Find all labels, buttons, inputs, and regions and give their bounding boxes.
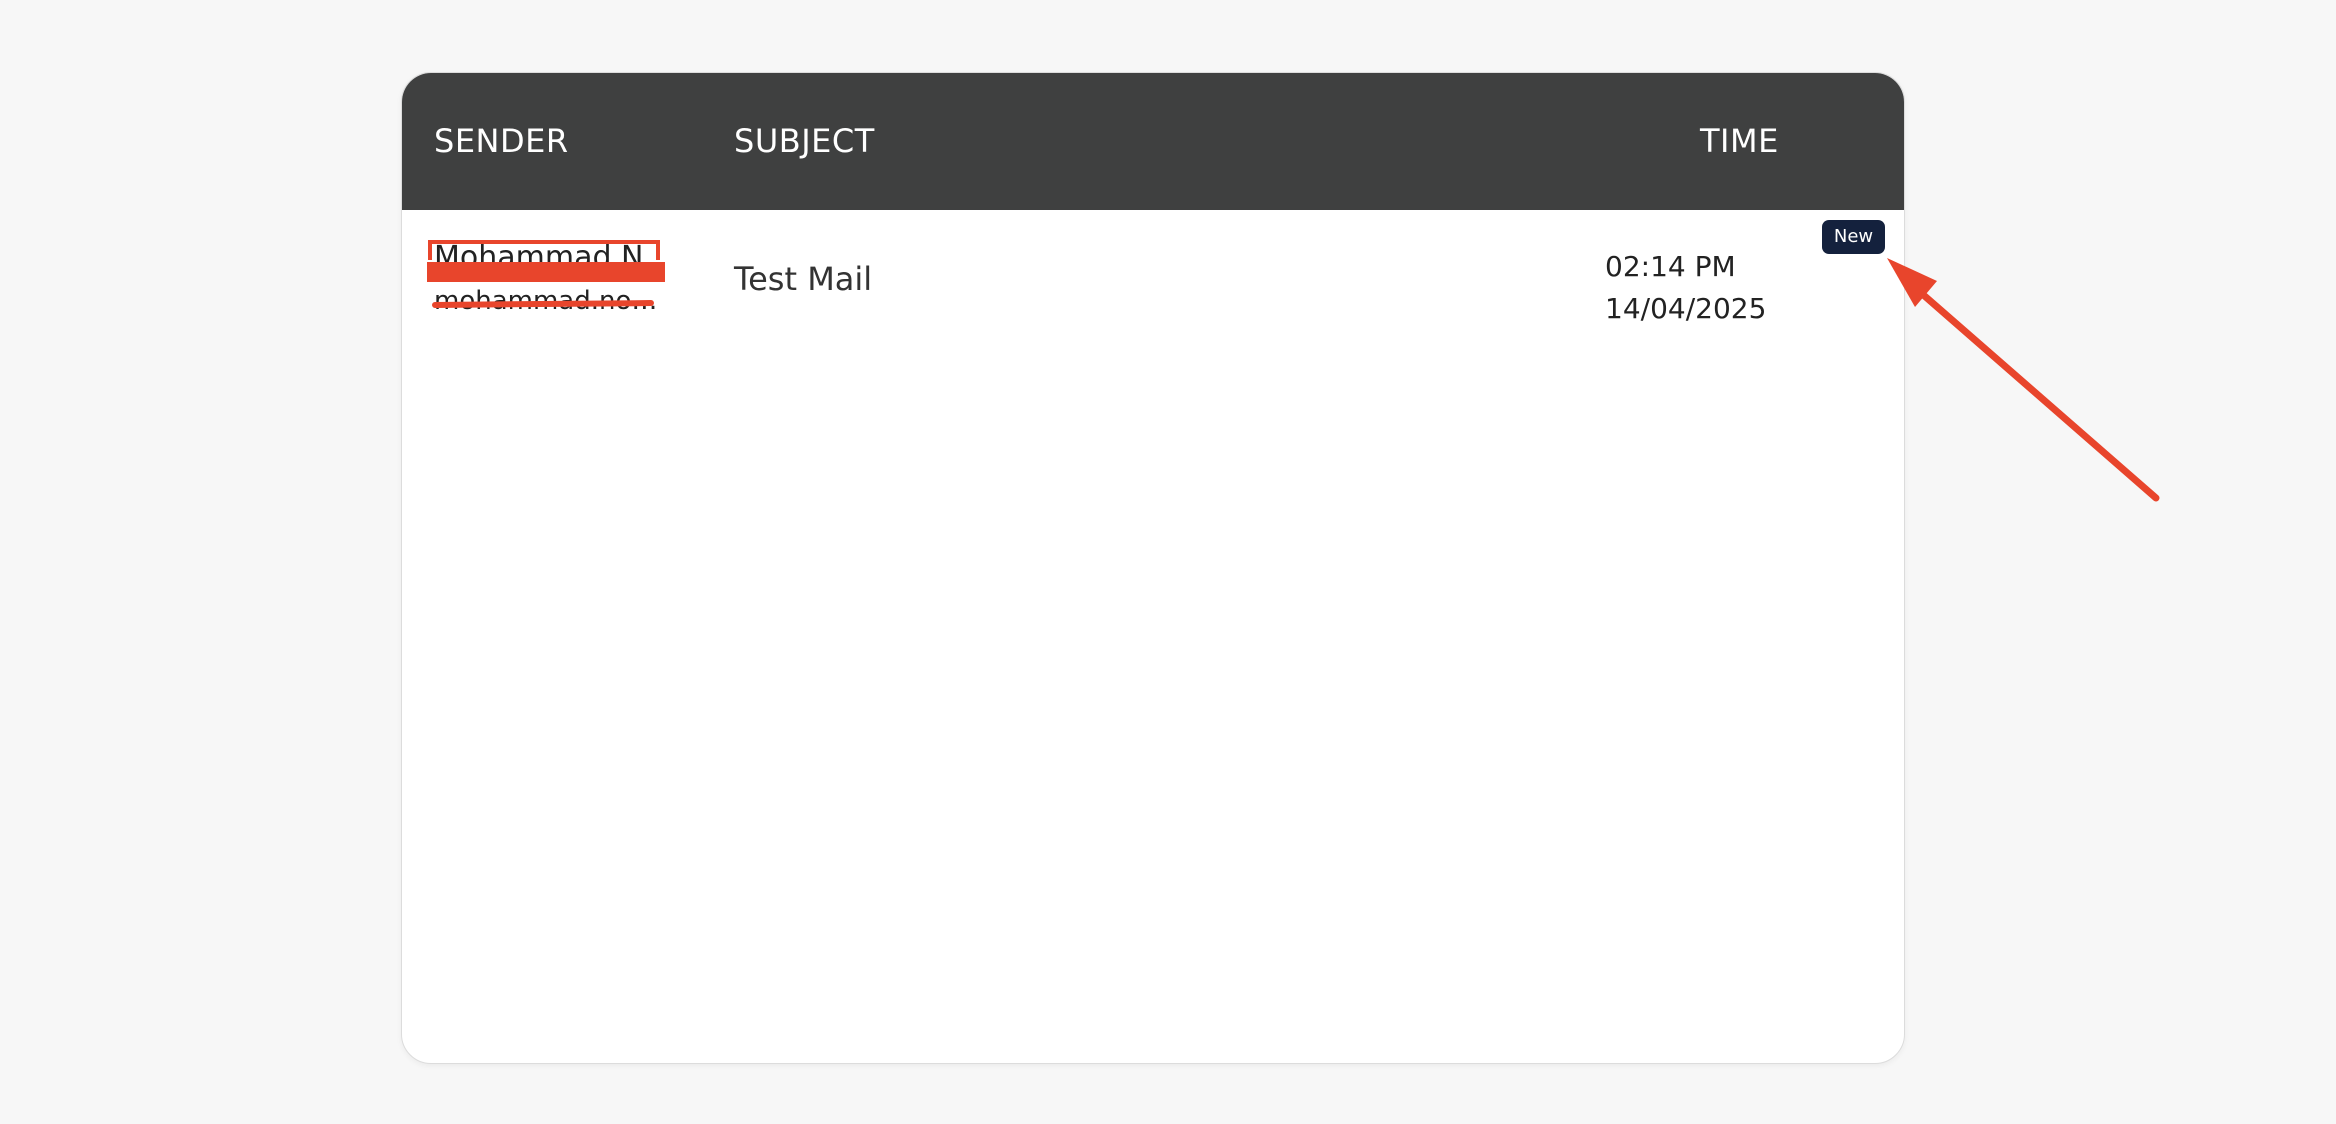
redaction-bar (427, 262, 665, 282)
mail-time: 02:14 PM (1605, 250, 1736, 283)
table-header: SENDER SUBJECT TIME (402, 73, 1904, 210)
inbox-card: SENDER SUBJECT TIME Mohammad N mohammad.… (401, 72, 1905, 1064)
arrow-shaft (1908, 281, 2160, 502)
redaction-box (428, 240, 660, 260)
new-badge: New (1822, 220, 1885, 254)
mail-row[interactable]: Mohammad N mohammad.nou... Test Mail 02:… (402, 210, 1904, 360)
mail-subject: Test Mail (734, 260, 873, 298)
time-cell: 02:14 PM 14/04/2025 (1605, 246, 1766, 330)
sender-column-header[interactable]: SENDER (434, 73, 569, 210)
time-column-header[interactable]: TIME (1700, 73, 1779, 210)
mail-date: 14/04/2025 (1605, 292, 1767, 325)
subject-column-header[interactable]: SUBJECT (734, 73, 875, 210)
sender-cell: Mohammad N mohammad.nou... (427, 240, 670, 330)
